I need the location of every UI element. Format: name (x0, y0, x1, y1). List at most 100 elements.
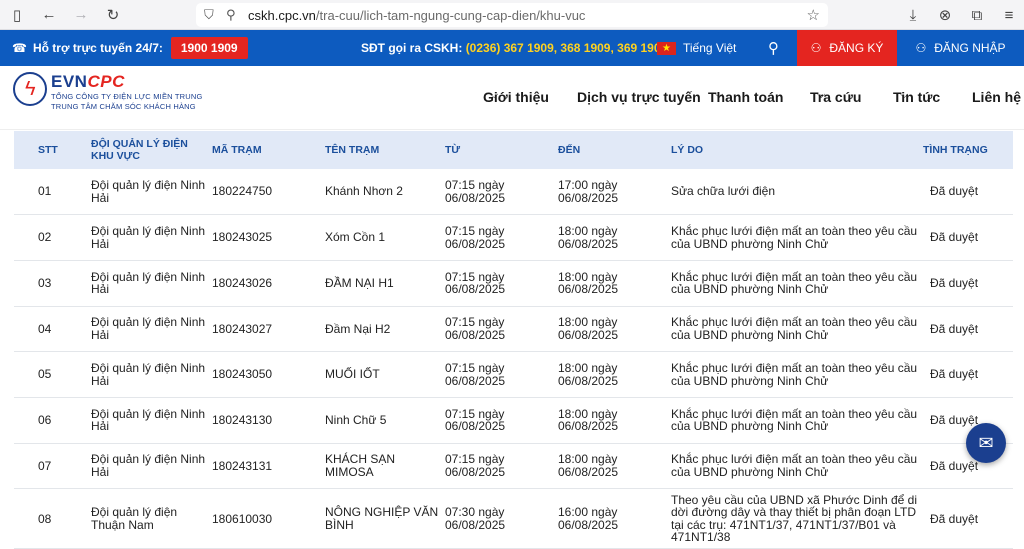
cell-stt: 04 (38, 321, 52, 336)
url-host: cskh.cpc.vn (248, 7, 316, 23)
cell-tu: 07:15 ngày 06/08/2025 (445, 361, 506, 388)
back-icon[interactable]: ← (36, 2, 62, 28)
col-stt: STT (38, 144, 58, 156)
cell-tu: 07:15 ngày 06/08/2025 (445, 224, 506, 251)
chat-support-icon[interactable]: ✉ (966, 423, 1006, 463)
forward-icon[interactable]: → (68, 2, 94, 28)
table-header-row: STT ĐỘI QUẢN LÝ ĐIỆN KHU VỰC MÃ TRẠM TÊN… (14, 131, 1013, 169)
menu-icon[interactable]: ≡ (996, 2, 1022, 28)
vietnam-flag-icon[interactable]: ★ (657, 42, 676, 55)
cell-den: 18:00 ngày 06/08/2025 (558, 361, 619, 388)
login-label: ĐĂNG NHẬP (934, 41, 1006, 55)
cell-den: 18:00 ngày 06/08/2025 (558, 269, 619, 297)
cell-den: 18:00 ngày 06/08/2025 (558, 406, 619, 434)
register-label: ĐĂNG KÝ (829, 41, 884, 55)
cell-ten: NÔNG NGHIỆP VĂN BÌNH (325, 505, 439, 532)
cell-ly-do: Khắc phục lưới điện mất an toàn theo yêu… (671, 315, 918, 342)
cell-ten: Đầm Nại H2 (325, 321, 391, 336)
cell-ly-do: Khắc phục lưới điện mất an toàn theo yêu… (671, 224, 918, 251)
cell-doi: Đội quản lý điện Ninh Hải (91, 269, 206, 297)
cell-tu: 07:15 ngày 06/08/2025 (445, 406, 506, 434)
site-info-icon[interactable]: ⚲ (226, 7, 240, 23)
cell-ly-do: Khắc phục lưới điện mất an toàn theo yêu… (671, 269, 918, 297)
cell-stt: 03 (38, 275, 52, 290)
reload-icon[interactable]: ↻ (100, 2, 126, 28)
cell-stt: 02 (38, 230, 52, 245)
cell-den: 18:00 ngày 06/08/2025 (558, 224, 619, 251)
col-ma-tram: MÃ TRẠM (212, 144, 262, 156)
extension-icon[interactable]: ⊗ (932, 2, 958, 28)
cell-ten: KHÁCH SẠN MIMOSA (325, 452, 396, 479)
cell-tinh-trang: Đã duyệt (930, 321, 979, 336)
extensions-puzzle-icon[interactable]: ⧉ (964, 2, 990, 28)
bookmark-star-icon[interactable]: ☆ (807, 6, 820, 24)
cell-doi: Đội quản lý điện Ninh Hải (91, 452, 206, 479)
sidebar-toggle-icon[interactable]: ▯ (4, 2, 30, 28)
search-icon[interactable]: ⚲ (768, 39, 779, 57)
browser-toolbar: ▯ ← → ↻ ⛉ ⚲ cskh.cpc.vn/tra-cuu/lich-tam… (0, 0, 1024, 30)
table-row: 05 Đội quản lý điện Ninh Hải 180243050 M… (14, 352, 1013, 398)
table-row: 06 Đội quản lý điện Ninh Hải 180243130 N… (14, 397, 1013, 444)
cell-tinh-trang: Đã duyệt (930, 511, 979, 526)
cell-tu: 07:15 ngày 06/08/2025 (445, 178, 506, 205)
outage-schedule-table: STT ĐỘI QUẢN LÝ ĐIỆN KHU VỰC MÃ TRẠM TÊN… (14, 131, 1013, 549)
url-path: /tra-cuu/lich-tam-ngung-cung-cap-dien/kh… (315, 7, 586, 23)
cell-tu: 07:30 ngày 06/08/2025 (445, 505, 506, 532)
cell-tu: 07:15 ngày 06/08/2025 (445, 452, 506, 479)
cell-stt: 05 (38, 367, 52, 382)
address-bar[interactable]: ⛉ ⚲ cskh.cpc.vn/tra-cuu/lich-tam-ngung-c… (196, 3, 828, 27)
cell-ma: 180243027 (212, 321, 273, 336)
cell-doi: Đội quản lý điện Ninh Hải (91, 315, 206, 342)
top-info-bar: ☎ Hỗ trợ trực tuyến 24/7: 1900 1909 SĐT … (0, 30, 1024, 66)
cell-ly-do: Sửa chữa lưới điện (671, 184, 776, 199)
cell-ma: 180243131 (212, 458, 273, 473)
cell-ma: 180243130 (212, 413, 273, 428)
cell-tu: 07:15 ngày 06/08/2025 (445, 269, 506, 297)
login-button[interactable]: ⚇ ĐĂNG NHẬP (897, 30, 1024, 66)
nav-dich-vu-truc-tuyen[interactable]: Dịch vụ trực tuyến (577, 89, 701, 105)
chevron-down-icon: ⌵ (490, 89, 499, 101)
cell-stt: 07 (38, 458, 52, 473)
cell-stt: 08 (38, 511, 52, 526)
col-tinh-trang: TÌNH TRẠNG (923, 144, 988, 156)
cell-ma: 180243025 (212, 230, 273, 245)
cell-den: 17:00 ngày 06/08/2025 (558, 178, 619, 205)
chevron-down-icon: ⌵ (817, 89, 826, 101)
language-selector[interactable]: Tiếng Việt (683, 41, 736, 55)
table-row: 08 Đội quản lý điện Thuận Nam 180610030 … (14, 489, 1013, 549)
col-den: ĐẾN (558, 144, 581, 156)
headset-icon: ☎ (12, 41, 27, 55)
cell-tu: 07:15 ngày 06/08/2025 (445, 315, 506, 342)
cskh-label: SĐT gọi ra CSKH: (361, 41, 463, 55)
register-button[interactable]: ⚇ ĐĂNG KÝ (797, 30, 897, 66)
cell-den: 18:00 ngày 06/08/2025 (558, 452, 619, 479)
cell-ten: MUỐI IỐT (325, 367, 380, 382)
tracking-shield-icon[interactable]: ⛉ (204, 7, 220, 23)
main-nav: Giới thiệu ⌵ Dịch vụ trực tuyến Thanh toá… (483, 89, 1022, 105)
cell-ma: 180243050 (212, 367, 273, 382)
table-row: 07 Đội quản lý điện Ninh Hải 180243131 K… (14, 443, 1013, 489)
hotline-badge[interactable]: 1900 1909 (170, 37, 248, 59)
cell-ma: 180224750 (212, 184, 273, 199)
chevron-down-icon: ⌵ (715, 89, 724, 101)
col-ten-tram: TÊN TRẠM (325, 144, 380, 156)
user-icon: ⚇ (915, 41, 927, 55)
cell-ly-do: Theo yêu cầu của UBND xã Phước Dinh để d… (671, 492, 918, 545)
cell-tinh-trang: Đã duyệt (930, 184, 979, 199)
table-row: 04 Đội quản lý điện Ninh Hải 180243027 Đ… (14, 306, 1013, 352)
nav-lien-he[interactable]: Liên hệ (972, 89, 1021, 105)
col-ly-do: LÝ DO (671, 144, 704, 156)
cell-ten: Xóm Cồn 1 (325, 230, 386, 245)
cell-doi: Đội quản lý điện Ninh Hải (91, 406, 206, 434)
col-tu: TỪ (445, 144, 461, 156)
cell-den: 18:00 ngày 06/08/2025 (558, 315, 619, 342)
cell-doi: Đội quản lý điện Ninh Hải (91, 361, 206, 388)
cell-ten: Khánh Nhơn 2 (325, 184, 403, 199)
downloads-icon[interactable]: ⤓ (900, 2, 926, 28)
cell-doi: Đội quản lý điện Thuận Nam (91, 505, 178, 532)
cell-ten: Ninh Chữ 5 (325, 413, 387, 428)
site-header: ϟ EVNCPC TỔNG CÔNG TY ĐIỆN LỰC MIỀN TRUN… (0, 66, 1024, 130)
cell-stt: 01 (38, 184, 52, 199)
cell-ten: ĐẦM NẠI H1 (325, 275, 394, 290)
chevron-down-icon: ⌵ (900, 89, 909, 101)
